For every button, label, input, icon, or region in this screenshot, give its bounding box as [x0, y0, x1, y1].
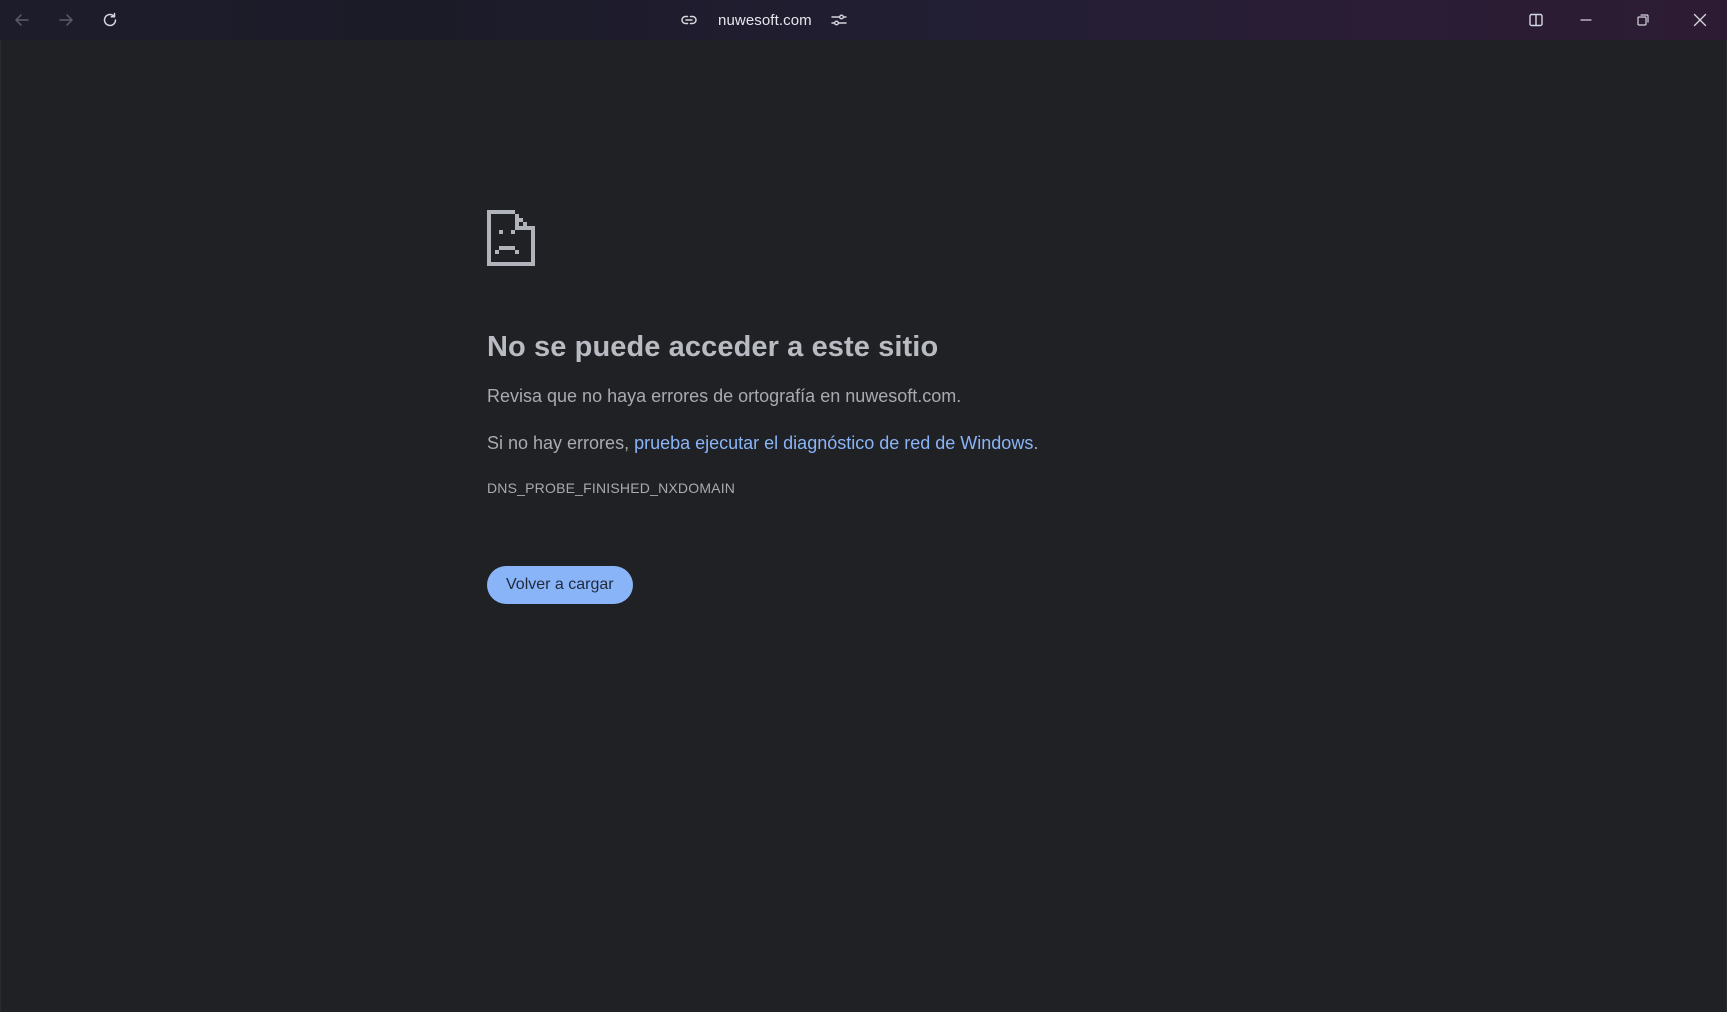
diagnostic-hint: Si no hay errores, prueba ejecutar el di…: [487, 433, 1247, 454]
restore-icon: [1637, 14, 1649, 26]
diagnostic-hint-prefix: Si no hay errores,: [487, 433, 635, 453]
sad-page-icon: [487, 210, 535, 266]
browser-window: nuwesoft.com No se puede acceder a este …: [0, 0, 1727, 1012]
reload-button[interactable]: Volver a cargar: [487, 566, 633, 604]
sliders-icon: [831, 14, 847, 26]
diagnostic-hint-suffix: .: [1033, 433, 1039, 453]
minimize-icon: [1580, 19, 1592, 21]
arrow-left-icon: [15, 14, 29, 26]
site-info-button[interactable]: [680, 11, 698, 29]
error-content: No se puede acceder a este sitio Revisa …: [487, 210, 1247, 604]
restore-button[interactable]: [1623, 0, 1663, 40]
close-icon: [1693, 13, 1707, 27]
address-text[interactable]: nuwesoft.com: [718, 12, 812, 29]
arrow-right-icon: [59, 14, 73, 26]
page-settings-button[interactable]: [830, 11, 848, 29]
page-title: No se puede acceder a este sitio: [487, 331, 939, 363]
back-button[interactable]: [6, 0, 38, 40]
split-view-icon: [1529, 13, 1543, 27]
reload-icon: [103, 12, 117, 27]
page-viewport: No se puede acceder a este sitio Revisa …: [0, 40, 1727, 1012]
link-icon: [681, 15, 697, 25]
forward-button[interactable]: [50, 0, 82, 40]
spelling-hint: Revisa que no haya errores de ortografía…: [487, 386, 962, 406]
reload-toolbar-button[interactable]: [94, 0, 126, 40]
browser-toolbar: nuwesoft.com: [0, 0, 1727, 40]
error-code: DNS_PROBE_FINISHED_NXDOMAIN: [487, 480, 736, 496]
split-view-button[interactable]: [1520, 0, 1552, 40]
minimize-button[interactable]: [1566, 0, 1606, 40]
close-button[interactable]: [1680, 0, 1720, 40]
network-diagnostics-link[interactable]: prueba ejecutar el diagnóstico de red de…: [634, 433, 1033, 453]
address-bar[interactable]: nuwesoft.com: [680, 0, 848, 40]
